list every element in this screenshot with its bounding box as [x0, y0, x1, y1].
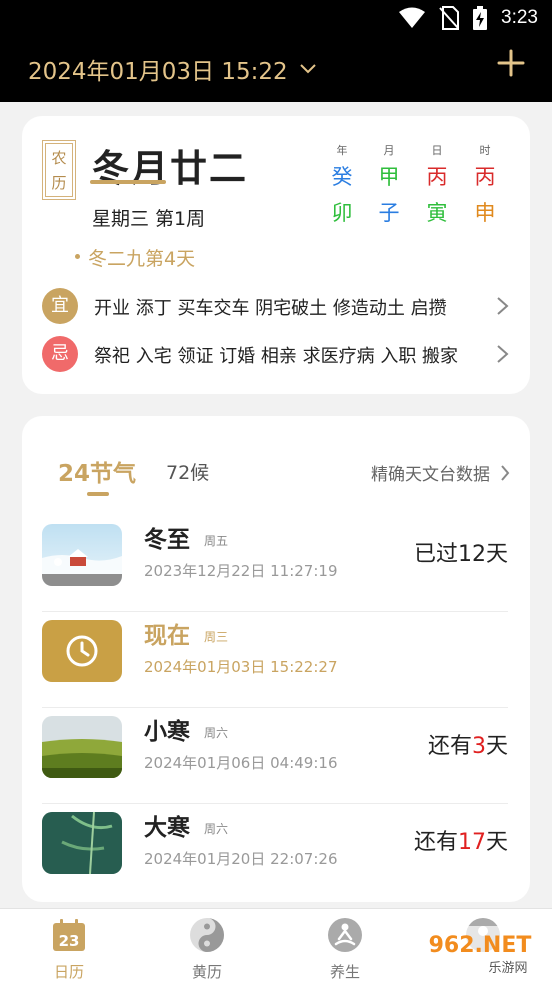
- ganzhi-month: 月 甲 子: [374, 142, 404, 228]
- term-weekday: 周三: [204, 630, 229, 644]
- term-datetime: 2024年01月03日 15:22:27: [144, 658, 338, 676]
- week-info: 星期三 第1周: [92, 208, 206, 230]
- ji-text: 祭祀 入宅 领证 订婚 相亲 求医疗病 入职 搬家: [94, 346, 459, 367]
- clock-icon: [66, 635, 98, 667]
- now-thumb: [42, 620, 122, 682]
- ganzhi-label: 时: [479, 144, 491, 157]
- svg-text:乐游网: 乐游网: [488, 961, 527, 976]
- ganzhi-stem: 癸: [331, 165, 353, 189]
- yi-row[interactable]: 宜 开业 添丁 买车交车 阴宅破土 修造动土 启攒: [42, 288, 510, 324]
- battery-charging-icon: [473, 6, 488, 30]
- tab-24-solar-terms[interactable]: 24节气: [58, 454, 136, 488]
- ganzhi-stem: 丙: [474, 165, 496, 189]
- term-datetime: 2023年12月22日 11:27:19: [144, 562, 338, 580]
- wifi-icon: [399, 7, 426, 28]
- term-name: 现在: [144, 623, 190, 649]
- ji-badge: 忌: [42, 336, 78, 372]
- term-countdown: 还有17天: [413, 830, 508, 855]
- ganzhi-branch: 申: [474, 201, 496, 225]
- shujiu-info: 冬二九第4天: [88, 248, 196, 270]
- term-datetime: 2024年01月20日 22:07:26: [144, 850, 338, 868]
- lunar-date-underline: [90, 180, 166, 184]
- term-row-dongzhi[interactable]: 冬至 周五 2023年12月22日 11:27:19 已过12天: [42, 516, 508, 612]
- nav-label: 黄历: [191, 963, 222, 981]
- term-row-xiaohan[interactable]: 小寒 周六 2024年01月06日 04:49:16 还有3天: [42, 708, 508, 804]
- yi-badge: 宜: [42, 288, 78, 324]
- ganzhi-branch: 卯: [331, 201, 353, 225]
- winter-scene-image: [42, 524, 122, 586]
- chevron-down-icon: [299, 64, 316, 74]
- ji-row[interactable]: 忌 祭祀 入宅 领证 订婚 相亲 求医疗病 入职 搬家: [42, 336, 510, 372]
- lunar-info-card[interactable]: 农历 冬月廿二 星期三 第1周 冬二九第4天 年 癸 卯 月 甲 子 日 丙 寅…: [22, 116, 530, 394]
- status-bar: 3:23: [0, 0, 552, 38]
- ganzhi-branch: 寅: [426, 201, 448, 225]
- term-datetime: 2024年01月06日 04:49:16: [144, 754, 338, 772]
- clock-time: 3:23: [501, 7, 538, 28]
- nav-tab-almanac[interactable]: 黄历: [167, 909, 247, 983]
- tab-72-pentads[interactable]: 72候: [166, 458, 209, 485]
- term-weekday: 周六: [204, 726, 229, 740]
- chevron-right-icon: [497, 345, 509, 363]
- yin-yang-icon: [190, 918, 224, 952]
- ganzhi-stem: 丙: [426, 165, 448, 189]
- date-selector[interactable]: 2024年01月03日 15:22: [28, 52, 316, 86]
- term-weekday: 周六: [204, 822, 229, 836]
- term-weekday: 周五: [204, 534, 229, 548]
- ganzhi-branch: 子: [378, 201, 400, 225]
- ganzhi-day: 日 丙 寅: [422, 142, 452, 228]
- precise-data-link[interactable]: 精确天文台数据: [371, 460, 510, 485]
- svg-text:962.NET: 962.NET: [429, 933, 532, 958]
- bullet-dot: [75, 254, 80, 259]
- no-sim-icon: [439, 6, 460, 30]
- nav-tab-calendar[interactable]: 23 日历: [29, 909, 109, 983]
- lunar-badge: 农历: [42, 140, 76, 200]
- nav-label: 日历: [53, 963, 84, 981]
- calendar-icon: 23: [53, 919, 85, 951]
- svg-text:23: 23: [59, 932, 80, 950]
- ganzhi-stem: 甲: [378, 165, 400, 189]
- ganzhi-label: 日: [431, 144, 443, 157]
- meditation-icon: [328, 918, 362, 952]
- tab-indicator: [87, 492, 109, 496]
- nav-label: 养生: [329, 963, 360, 981]
- add-icon[interactable]: [496, 48, 526, 78]
- term-countdown: 还有3天: [427, 734, 508, 759]
- term-countdown: 已过12天: [413, 542, 508, 567]
- chevron-right-icon: [497, 297, 509, 315]
- current-datetime: 2024年01月03日 15:22: [28, 59, 288, 85]
- precise-data-label: 精确天文台数据: [371, 465, 490, 485]
- nav-tab-health[interactable]: 养生: [305, 909, 385, 983]
- term-row-dahan[interactable]: 大寒 周六 2024年01月20日 22:07:26 还有17天: [42, 804, 508, 900]
- ganzhi-year: 年 癸 卯: [327, 142, 357, 228]
- site-watermark-logo: 962.NET 乐游网: [412, 926, 548, 978]
- bamboo-scene-image: [42, 812, 122, 874]
- field-scene-image: [42, 716, 122, 778]
- term-name: 小寒: [144, 719, 190, 745]
- ganzhi-label: 年: [336, 144, 348, 157]
- header-bar: 2024年01月03日 15:22: [0, 38, 552, 102]
- yi-text: 开业 添丁 买车交车 阴宅破土 修造动土 启攒: [94, 298, 447, 319]
- ganzhi-hour: 时 丙 申: [470, 142, 500, 228]
- ganzhi-label: 月: [383, 144, 395, 157]
- chevron-right-icon: [501, 464, 510, 481]
- term-name: 大寒: [144, 815, 190, 841]
- term-row-now[interactable]: 现在 周三 2024年01月03日 15:22:27: [42, 612, 508, 708]
- solar-terms-card: 24节气 72候 精确天文台数据 冬至 周五 2023年12月22日 11:27…: [22, 416, 530, 902]
- term-name: 冬至: [144, 527, 190, 553]
